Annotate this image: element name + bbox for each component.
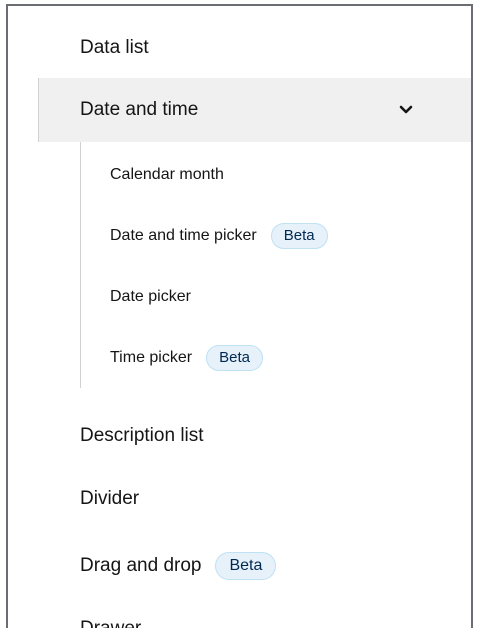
nav-item-label: Description list xyxy=(80,425,204,446)
subnav-item-date-and-time-picker[interactable]: Date and time picker Beta xyxy=(110,219,328,253)
nav-group-toggle-date-and-time[interactable]: Date and time xyxy=(80,90,420,130)
nav-item-label: Data list xyxy=(80,37,149,58)
side-navigation: Data list Date and time Calendar month D… xyxy=(6,4,473,628)
beta-badge: Beta xyxy=(215,552,277,580)
subnav-item-time-picker[interactable]: Time picker Beta xyxy=(110,341,263,375)
subnav-item-calendar-month[interactable]: Calendar month xyxy=(110,158,224,192)
nav-item-label: Drag and drop xyxy=(80,555,202,576)
nav-item-label: Drawer xyxy=(80,618,141,628)
subnav-item-label: Time picker xyxy=(110,349,193,366)
subnav-divider xyxy=(80,142,81,388)
subnav-item-date-picker[interactable]: Date picker xyxy=(110,280,191,314)
nav-item-divider[interactable]: Divider xyxy=(80,479,139,519)
beta-badge: Beta xyxy=(206,345,263,371)
subnav-item-label: Calendar month xyxy=(110,166,224,183)
nav-item-label: Divider xyxy=(80,488,140,509)
nav-group-label: Date and time xyxy=(80,99,199,120)
nav-item-drag-and-drop[interactable]: Drag and drop Beta xyxy=(80,546,277,586)
nav-item-description-list[interactable]: Description list xyxy=(80,416,204,456)
subnav-item-label: Date and time picker xyxy=(110,227,257,244)
subnav-item-label: Date picker xyxy=(110,288,191,305)
chevron-down-icon[interactable] xyxy=(398,102,414,118)
nav-item-drawer[interactable]: Drawer xyxy=(80,618,141,628)
beta-badge: Beta xyxy=(270,223,328,249)
nav-item-data-list[interactable]: Data list xyxy=(80,28,149,68)
